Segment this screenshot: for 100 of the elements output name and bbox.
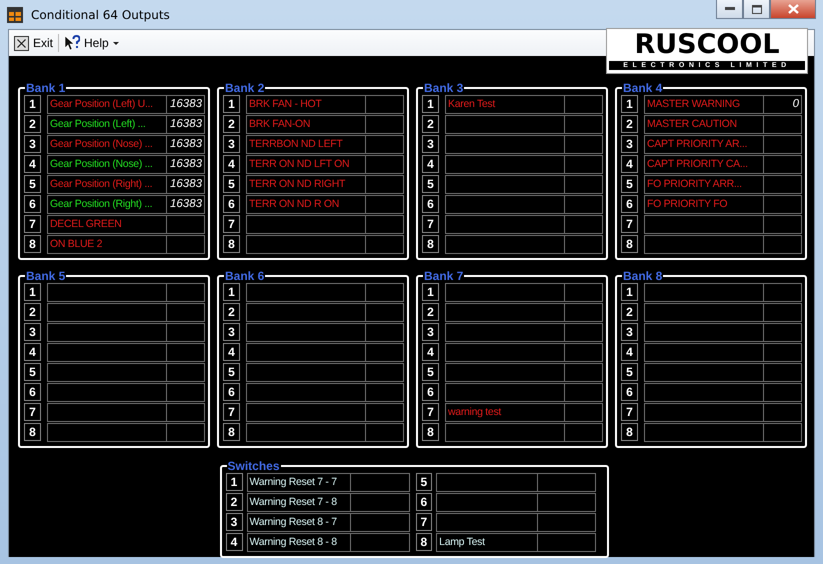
output-name-field[interactable] <box>246 342 366 362</box>
output-value-field[interactable]: 16383 <box>167 174 205 194</box>
output-value-field[interactable] <box>167 422 205 442</box>
maximize-button[interactable] <box>743 0 770 19</box>
output-value-field[interactable]: 16383 <box>167 94 205 114</box>
output-name-field[interactable] <box>47 302 167 322</box>
output-value-field[interactable]: 16383 <box>167 154 205 174</box>
output-value-field[interactable] <box>764 114 802 134</box>
output-value-field[interactable]: 16383 <box>167 194 205 214</box>
output-value-field[interactable] <box>366 154 404 174</box>
switch-name-field[interactable] <box>436 472 538 492</box>
output-value-field[interactable] <box>565 422 603 442</box>
switch-value-field[interactable] <box>350 472 410 492</box>
output-name-field[interactable] <box>644 422 764 442</box>
minimize-button[interactable] <box>716 0 743 19</box>
output-name-field[interactable] <box>644 322 764 342</box>
output-value-field[interactable] <box>565 114 603 134</box>
switch-name-field[interactable]: Warning Reset 7 - 8 <box>246 492 350 512</box>
output-value-field[interactable]: 16383 <box>167 134 205 154</box>
output-value-field[interactable] <box>565 134 603 154</box>
output-value-field[interactable] <box>764 402 802 422</box>
output-value-field[interactable] <box>764 322 802 342</box>
output-name-field[interactable] <box>644 342 764 362</box>
output-value-field[interactable] <box>366 302 404 322</box>
output-value-field[interactable] <box>764 342 802 362</box>
output-name-field[interactable]: FO PRIORITY FO <box>644 194 764 214</box>
output-value-field[interactable] <box>565 174 603 194</box>
output-name-field[interactable]: warning test <box>445 402 565 422</box>
output-name-field[interactable]: FO PRIORITY ARR... <box>644 174 764 194</box>
output-value-field[interactable]: 0 <box>764 94 802 114</box>
output-name-field[interactable] <box>246 322 366 342</box>
switch-value-field[interactable] <box>538 512 596 532</box>
switch-value-field[interactable] <box>350 532 410 552</box>
output-value-field[interactable] <box>565 382 603 402</box>
output-name-field[interactable] <box>644 234 764 254</box>
output-name-field[interactable] <box>644 402 764 422</box>
switch-name-field[interactable] <box>436 512 538 532</box>
output-value-field[interactable] <box>366 214 404 234</box>
output-name-field[interactable]: TERR ON ND RIGHT <box>246 174 366 194</box>
output-name-field[interactable] <box>47 342 167 362</box>
output-value-field[interactable] <box>167 402 205 422</box>
output-name-field[interactable]: Gear Position (Nose) ... <box>47 134 167 154</box>
output-name-field[interactable]: DECEL GREEN <box>47 214 167 234</box>
output-value-field[interactable] <box>565 234 603 254</box>
output-name-field[interactable] <box>445 302 565 322</box>
output-name-field[interactable] <box>644 362 764 382</box>
output-name-field[interactable]: BRK FAN - HOT <box>246 94 366 114</box>
output-value-field[interactable] <box>764 234 802 254</box>
output-value-field[interactable] <box>565 194 603 214</box>
output-name-field[interactable]: Gear Position (Right) ... <box>47 174 167 194</box>
output-value-field[interactable] <box>565 402 603 422</box>
output-name-field[interactable] <box>47 282 167 302</box>
output-value-field[interactable] <box>565 94 603 114</box>
output-value-field[interactable] <box>764 154 802 174</box>
output-value-field[interactable] <box>366 94 404 114</box>
output-name-field[interactable] <box>445 282 565 302</box>
output-name-field[interactable] <box>445 234 565 254</box>
output-name-field[interactable] <box>445 382 565 402</box>
output-name-field[interactable] <box>246 234 366 254</box>
output-value-field[interactable] <box>167 382 205 402</box>
output-name-field[interactable]: Gear Position (Left) U... <box>47 94 167 114</box>
output-value-field[interactable] <box>366 322 404 342</box>
output-name-field[interactable] <box>246 422 366 442</box>
output-value-field[interactable] <box>565 362 603 382</box>
switch-value-field[interactable] <box>350 492 410 512</box>
output-value-field[interactable] <box>366 402 404 422</box>
output-name-field[interactable]: TERR ON ND LFT ON <box>246 154 366 174</box>
help-menu[interactable]: Help <box>60 33 123 53</box>
close-button[interactable] <box>770 0 816 19</box>
switch-name-field[interactable]: Lamp Test <box>436 532 538 552</box>
output-value-field[interactable] <box>366 234 404 254</box>
output-name-field[interactable]: MASTER WARNING <box>644 94 764 114</box>
output-name-field[interactable] <box>445 362 565 382</box>
switch-name-field[interactable]: Warning Reset 8 - 8 <box>246 532 350 552</box>
output-name-field[interactable] <box>445 342 565 362</box>
output-name-field[interactable] <box>47 382 167 402</box>
output-value-field[interactable] <box>565 302 603 322</box>
output-value-field[interactable] <box>764 134 802 154</box>
output-value-field[interactable] <box>764 422 802 442</box>
output-name-field[interactable] <box>246 214 366 234</box>
output-value-field[interactable] <box>366 134 404 154</box>
output-name-field[interactable]: ON BLUE 2 <box>47 234 167 254</box>
output-name-field[interactable] <box>445 214 565 234</box>
output-value-field[interactable] <box>167 214 205 234</box>
output-value-field[interactable] <box>366 174 404 194</box>
output-value-field[interactable] <box>565 214 603 234</box>
output-name-field[interactable] <box>445 134 565 154</box>
output-value-field[interactable] <box>565 342 603 362</box>
output-value-field[interactable] <box>764 214 802 234</box>
output-name-field[interactable]: Gear Position (Nose) ... <box>47 154 167 174</box>
output-value-field[interactable] <box>366 114 404 134</box>
output-value-field[interactable] <box>366 362 404 382</box>
output-name-field[interactable]: Karen Test <box>445 94 565 114</box>
output-name-field[interactable] <box>47 422 167 442</box>
switch-value-field[interactable] <box>350 512 410 532</box>
output-value-field[interactable] <box>764 302 802 322</box>
switch-name-field[interactable]: Warning Reset 8 - 7 <box>246 512 350 532</box>
output-name-field[interactable]: BRK FAN-ON <box>246 114 366 134</box>
output-name-field[interactable] <box>445 422 565 442</box>
switch-value-field[interactable] <box>538 492 596 512</box>
